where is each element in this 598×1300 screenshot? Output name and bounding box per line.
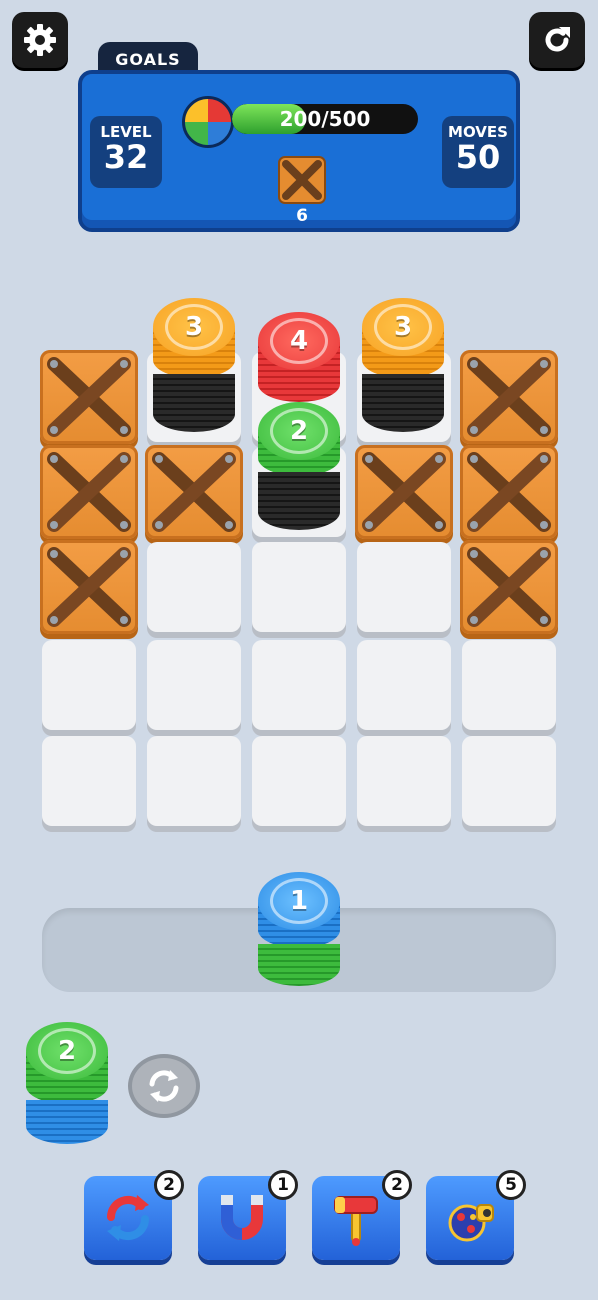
- wooden-crate: [460, 350, 558, 444]
- board-tile[interactable]: [252, 542, 346, 632]
- wooden-crate: [40, 540, 138, 634]
- booster-count-badge: 1: [268, 1170, 298, 1200]
- cannon-booster-button[interactable]: 5: [426, 1170, 526, 1260]
- booster-count-badge: 2: [154, 1170, 184, 1200]
- restart-icon: [545, 27, 570, 52]
- board-tile[interactable]: [147, 542, 241, 632]
- moves-box: MOVES 50: [442, 116, 514, 188]
- goals-panel: LEVEL 32 200/500 6 MOVES 50: [78, 70, 520, 232]
- wooden-crate: [145, 445, 243, 539]
- board-tile[interactable]: [357, 736, 451, 826]
- crate-goal-count: 6: [296, 206, 308, 226]
- stack-number: 3: [393, 312, 413, 342]
- stack-number: 1: [289, 886, 309, 916]
- cannon-icon: [448, 1204, 494, 1242]
- stack-green-2[interactable]: 2: [258, 402, 340, 530]
- swap-stack-button[interactable]: [128, 1054, 200, 1118]
- stack-number: 4: [289, 326, 309, 356]
- restart-button[interactable]: [529, 12, 585, 68]
- board-tile[interactable]: [42, 640, 136, 730]
- level-box: LEVEL 32: [90, 116, 162, 188]
- wooden-crate: [40, 350, 138, 444]
- score-progress-text: 200/500: [279, 107, 371, 131]
- magnet-icon: [221, 1195, 263, 1240]
- board-tile[interactable]: [357, 542, 451, 632]
- wooden-crate: [355, 445, 453, 539]
- board-tile[interactable]: [462, 640, 556, 730]
- stack-orange-3[interactable]: 3: [362, 298, 444, 434]
- stack-orange-3[interactable]: 3: [153, 298, 235, 434]
- wooden-crate: [40, 445, 138, 539]
- stack-number: 3: [184, 312, 204, 342]
- stack-number: 2: [57, 1036, 77, 1066]
- swap-icon: [149, 1070, 179, 1102]
- magnet-booster-button[interactable]: 1: [198, 1170, 298, 1260]
- level-value: 32: [103, 138, 149, 176]
- wooden-crate: [460, 445, 558, 539]
- hammer-booster-button[interactable]: 2: [312, 1170, 412, 1260]
- stack-number: 2: [289, 416, 309, 446]
- hammer-icon: [334, 1196, 378, 1246]
- booster-count-badge: 5: [496, 1170, 526, 1200]
- score-progress-bar: 200/500: [232, 104, 418, 134]
- shuffle-booster-button[interactable]: 2: [84, 1170, 184, 1260]
- shuffle-icon: [106, 1195, 150, 1241]
- board-tile[interactable]: [462, 736, 556, 826]
- board-tile[interactable]: [252, 736, 346, 826]
- board-tile[interactable]: [147, 736, 241, 826]
- next-stack-green-2[interactable]: 2: [26, 1022, 108, 1146]
- board-tile[interactable]: [42, 736, 136, 826]
- crate-goal-icon: [278, 156, 326, 204]
- board-tile[interactable]: [147, 640, 241, 730]
- wooden-crate: [460, 540, 558, 634]
- board-tile[interactable]: [252, 640, 346, 730]
- booster-count-badge: 2: [382, 1170, 412, 1200]
- gear-icon: [24, 24, 56, 56]
- tray-stack-blue-1[interactable]: 1: [258, 872, 340, 988]
- score-ball-icon: [182, 96, 234, 148]
- settings-button[interactable]: [12, 12, 68, 68]
- board-tile[interactable]: [357, 640, 451, 730]
- moves-value: 50: [455, 138, 501, 176]
